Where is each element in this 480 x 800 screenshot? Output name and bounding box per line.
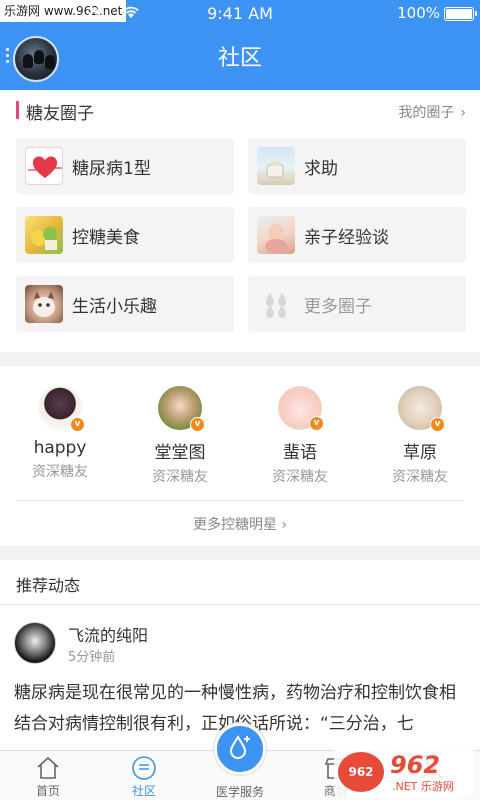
circle-label: 控糖美食: [72, 228, 140, 248]
more-stars-link[interactable]: 更多控糖明星 ›: [0, 514, 480, 534]
my-circles-link[interactable]: 我的圈子 ›: [398, 102, 466, 122]
drop-plus-icon[interactable]: [214, 723, 266, 775]
avatar: v: [158, 386, 205, 432]
circles-header: 糖友圈子 我的圈子 ›: [0, 90, 480, 130]
status-bar: 乐游网 www.962.net 动 9:41 AM 100%: [0, 0, 480, 28]
app-top-bar: 乐游网 www.962.net 动 9:41 AM 100% 社区: [0, 0, 480, 100]
chevron-right-icon: ›: [460, 105, 466, 121]
verified-badge-icon: v: [190, 417, 205, 432]
nav-community[interactable]: 社区: [96, 751, 192, 800]
circle-label: 更多圈子: [304, 297, 372, 317]
home-icon: [37, 756, 59, 779]
watermark-site: .NET 乐游网: [392, 780, 454, 793]
verified-badge-icon: v: [430, 417, 445, 432]
post-author-avatar[interactable]: [14, 622, 56, 664]
circles-section: 糖友圈子 我的圈子 › 糖尿病1型 求助 控糖美食 亲子经验谈 生活小乐趣 更多…: [0, 90, 480, 352]
avatar: v: [38, 386, 85, 432]
circles-title: 糖友圈子: [26, 104, 94, 124]
star-name: happy: [33, 438, 87, 458]
circle-item-life-fun[interactable]: 生活小乐趣: [16, 276, 234, 332]
feed-title: 推荐动态: [16, 576, 81, 595]
watermark-logo: 962: [338, 752, 384, 792]
baby-photo-icon: [257, 216, 295, 254]
page-title: 社区: [217, 46, 262, 71]
star-user[interactable]: v 堂堂图 资深糖友: [120, 386, 240, 486]
star-user[interactable]: v 草原 资深糖友: [360, 386, 480, 486]
star-user[interactable]: v happy 资深糖友: [0, 386, 120, 486]
circle-item-type1-diabetes[interactable]: 糖尿病1型: [16, 138, 234, 194]
cat-photo-icon: [25, 285, 63, 323]
star-name: 蜚语: [283, 443, 317, 463]
battery-percent: 100%: [397, 4, 440, 22]
circle-label: 糖尿病1型: [72, 159, 151, 179]
verified-badge-icon: v: [309, 416, 324, 431]
star-tag: 资深糖友: [32, 464, 88, 480]
verified-badge-icon: v: [70, 417, 85, 432]
star-tag: 资深糖友: [272, 469, 328, 485]
section-accent-bar: [16, 101, 19, 119]
star-name: 草原: [403, 443, 437, 463]
circle-label: 求助: [304, 159, 338, 179]
post-timestamp: 5分钟前: [68, 650, 116, 665]
circle-item-diet[interactable]: 控糖美食: [16, 207, 234, 263]
watermark-brand: 962: [390, 751, 441, 779]
food-photo-icon: [25, 216, 63, 254]
avatar: v: [278, 386, 324, 431]
stars-section: v happy 资深糖友 v 堂堂图 资深糖友 v 蜚语 资深糖友 v 草原 资…: [0, 366, 480, 546]
battery-icon: [444, 7, 477, 21]
page-header: 社区: [0, 28, 480, 84]
circle-item-parenting[interactable]: 亲子经验谈: [248, 207, 466, 263]
beach-photo-icon: [257, 147, 295, 185]
post-author-name[interactable]: 飞流的纯阳: [68, 622, 148, 646]
circle-label: 亲子经验谈: [304, 228, 389, 248]
divider: [0, 604, 480, 605]
drops-icon: [257, 285, 295, 323]
divider: [16, 500, 464, 501]
nav-medical-service[interactable]: 医学服务: [192, 783, 288, 800]
my-circles-label: 我的圈子: [398, 105, 455, 121]
star-user[interactable]: v 蜚语 资深糖友: [240, 386, 360, 486]
circle-item-more[interactable]: 更多圈子: [248, 276, 466, 332]
heart-icon: [25, 147, 63, 185]
star-tag: 资深糖友: [152, 469, 208, 485]
more-stars-label: 更多控糖明星: [192, 517, 277, 533]
star-tag: 资深糖友: [392, 469, 448, 485]
nav-label: 社区: [131, 784, 156, 798]
nav-home[interactable]: 首页: [0, 751, 96, 800]
circle-item-help[interactable]: 求助: [248, 138, 466, 194]
circle-label: 生活小乐趣: [72, 297, 157, 317]
star-name: 堂堂图: [154, 443, 206, 463]
avatar: v: [398, 386, 445, 432]
recommended-feed: 推荐动态 飞流的纯阳 5分钟前 糖尿病是现在很常见的一种慢性病，药物治疗和控制饮…: [0, 560, 480, 750]
brand-watermark: 962 962 .NET 乐游网: [334, 748, 474, 796]
chevron-right-icon: ›: [281, 517, 288, 533]
community-icon: [132, 756, 156, 780]
nav-label: 首页: [35, 784, 60, 798]
